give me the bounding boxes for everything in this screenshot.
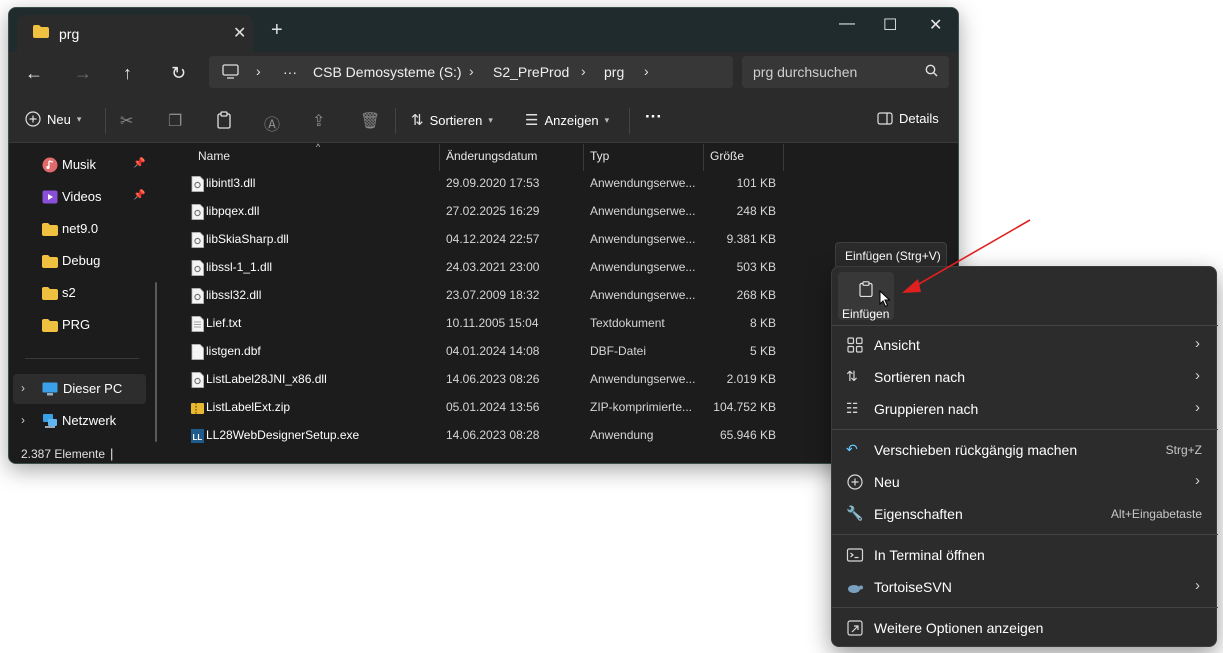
annotation-arrow [902,219,1031,293]
